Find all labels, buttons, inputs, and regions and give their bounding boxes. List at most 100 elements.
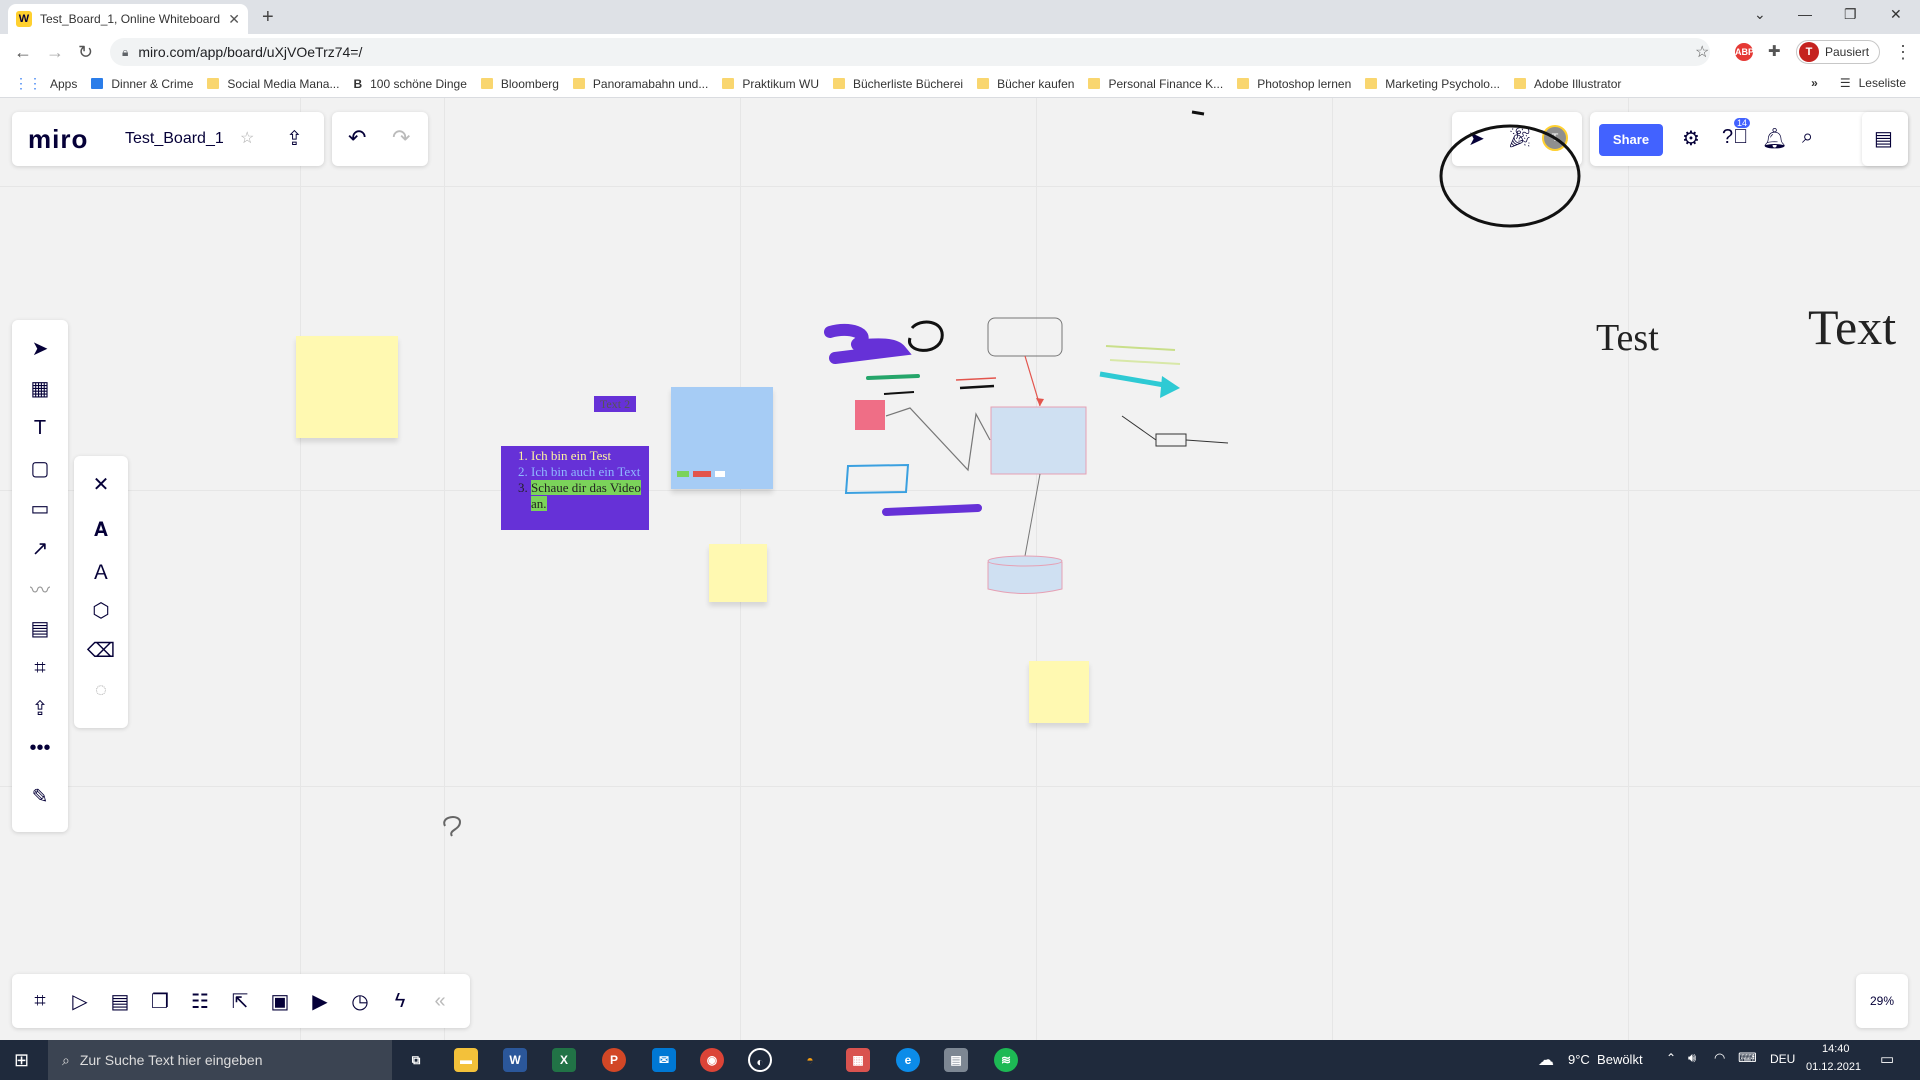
bookmark-item[interactable]: Panoramabahn und... <box>572 77 708 91</box>
cards-icon[interactable]: ❐ <box>140 989 180 1014</box>
file-explorer-icon[interactable]: ▬ <box>454 1048 478 1072</box>
more-bookmarks-icon[interactable]: » <box>1811 76 1818 90</box>
keyboard-icon[interactable]: ⌨ <box>1738 1050 1757 1066</box>
frames-icon[interactable]: ⌗ <box>20 990 60 1013</box>
word-icon[interactable]: W <box>503 1048 527 1072</box>
site-icon <box>91 78 104 89</box>
spotify-icon[interactable]: ≋ <box>994 1048 1018 1072</box>
line[interactable] <box>1121 415 1157 441</box>
cylinder-shape[interactable] <box>987 562 1063 594</box>
back-icon[interactable]: ← <box>14 42 32 63</box>
cyan-arrow[interactable] <box>1099 371 1171 389</box>
rounded-rectangle-shape[interactable] <box>987 317 1063 357</box>
bookmark-item[interactable]: Bücher kaufen <box>977 77 1074 91</box>
purple-bar[interactable] <box>882 504 982 516</box>
app-icon[interactable]: ▦ <box>846 1048 870 1072</box>
bookmark-apps[interactable]: ⋮⋮ Apps <box>14 75 77 92</box>
bookmark-item[interactable]: Bloomberg <box>480 77 559 91</box>
bookmark-item[interactable]: Adobe Illustrator <box>1513 77 1621 91</box>
tab-search-icon[interactable]: ⌄ <box>1754 6 1766 23</box>
language-indicator[interactable]: DEU <box>1770 1052 1795 1066</box>
bookmark-item[interactable]: Praktikum WU <box>722 77 819 91</box>
profile-status: Pausiert <box>1825 45 1870 59</box>
bookmark-item[interactable]: Social Media Mana... <box>207 77 339 91</box>
lasso-cursor-icon <box>443 816 462 837</box>
bookmark-item[interactable]: B 100 schöne Dinge <box>353 77 466 91</box>
minimize-icon[interactable]: — <box>1798 6 1812 22</box>
bookmark-item[interactable]: Personal Finance K... <box>1088 77 1223 91</box>
connector-line[interactable] <box>1024 473 1041 557</box>
taskbar-search-field[interactable]: ⌕ Zur Suche Text hier eingeben <box>48 1040 392 1080</box>
presentation-icon[interactable]: ▷ <box>60 989 100 1014</box>
black-loop-drawing[interactable] <box>908 320 944 352</box>
notifications-icon[interactable]: ▭ <box>1880 1050 1894 1068</box>
video-icon[interactable]: ▶ <box>300 989 340 1014</box>
text-text[interactable]: Text <box>1808 298 1896 356</box>
obs-icon[interactable]: ◐ <box>748 1048 772 1072</box>
collapse-icon[interactable]: « <box>420 990 460 1013</box>
pink-square[interactable] <box>855 400 885 430</box>
adblock-extension-icon[interactable]: ABP <box>1735 43 1754 61</box>
black-stroke[interactable] <box>883 391 915 395</box>
connector-line[interactable] <box>885 407 991 472</box>
faint-green-stroke[interactable] <box>1109 359 1181 365</box>
purple-scribble[interactable] <box>824 323 912 364</box>
forward-icon[interactable]: → <box>46 42 64 63</box>
screenshot-icon[interactable]: ▣ <box>260 989 300 1014</box>
bookmark-star-icon[interactable]: ☆ <box>1695 42 1709 62</box>
bookmark-item[interactable]: Photoshop lernen <box>1237 77 1351 91</box>
volume-icon[interactable]: 🔊︎ <box>1688 1050 1696 1066</box>
small-rectangle[interactable] <box>1155 433 1187 447</box>
edge-icon[interactable]: e <box>896 1048 920 1072</box>
browser-tab[interactable]: W Test_Board_1, Online Whiteboard ✕ <box>8 4 248 34</box>
folder-icon <box>207 78 220 89</box>
blue-rectangle-shape[interactable] <box>990 406 1087 475</box>
app-icon[interactable]: ◓ <box>798 1048 822 1072</box>
black-dash[interactable] <box>1191 110 1205 116</box>
black-circle-drawing[interactable] <box>1439 124 1581 228</box>
share-screen-icon[interactable]: ⇱ <box>220 989 260 1014</box>
clock-time[interactable]: 14:40 <box>1822 1043 1850 1055</box>
weather-text[interactable]: 9°C Bewölkt <box>1568 1052 1643 1067</box>
bookmark-item[interactable]: Marketing Psycholo... <box>1365 77 1500 91</box>
test-text[interactable]: Test <box>1596 316 1659 360</box>
comments-icon[interactable]: ▤ <box>100 989 140 1014</box>
mail-icon[interactable]: ✉ <box>652 1048 676 1072</box>
weather-cloud-icon: ☁ <box>1538 1052 1554 1069</box>
bookmark-item[interactable]: Dinner & Crime <box>91 77 193 91</box>
chrome-icon[interactable]: ◉ <box>700 1048 724 1072</box>
miro-board-canvas[interactable]: miro Test_Board_1 ☆ ⇪ ↶ ↷ ➤ 🎉︎ T Share ⚙… <box>0 98 1920 1040</box>
reload-icon[interactable]: ↻ <box>78 42 93 63</box>
lightning-icon[interactable]: ϟ <box>380 990 420 1013</box>
cyan-arrowhead <box>1160 376 1180 398</box>
profile-button[interactable]: T Pausiert <box>1796 40 1881 64</box>
clock-date[interactable]: 01.12.2021 <box>1806 1061 1861 1073</box>
red-stroke[interactable] <box>955 377 997 381</box>
excel-icon[interactable]: X <box>552 1048 576 1072</box>
restore-icon[interactable]: ❐ <box>1844 6 1857 23</box>
powerpoint-icon[interactable]: P <box>602 1048 626 1072</box>
browser-tab-bar: W Test_Board_1, Online Whiteboard ✕ + ⌄ … <box>0 0 1920 34</box>
zoom-level[interactable]: 29% <box>1870 994 1894 1008</box>
extensions-icon[interactable]: ✚ <box>1768 42 1781 60</box>
black-stroke[interactable] <box>959 384 995 390</box>
green-stroke[interactable] <box>866 374 920 380</box>
apps-grid-icon: ⋮⋮ <box>14 75 42 91</box>
new-tab-icon[interactable]: + <box>262 6 274 29</box>
kanban-icon[interactable]: ☷ <box>180 989 220 1014</box>
timer-icon[interactable]: ◷ <box>340 989 380 1014</box>
wifi-icon[interactable]: ◠ <box>1714 1050 1725 1066</box>
app-icon[interactable]: ▤ <box>944 1048 968 1072</box>
task-view-icon[interactable]: ⧉ <box>404 1048 428 1072</box>
bookmark-item[interactable]: Bücherliste Bücherei <box>833 77 963 91</box>
windows-start-icon[interactable]: ⊞ <box>14 1050 29 1071</box>
parallelogram-shape[interactable] <box>844 463 910 495</box>
reading-list[interactable]: » ☰ Leseliste <box>1811 76 1906 90</box>
tab-close-icon[interactable]: ✕ <box>228 11 240 28</box>
faint-green-stroke[interactable] <box>1105 345 1176 351</box>
url-field[interactable]: 🔒︎ miro.com/app/board/uXjVOeTrz74=/ <box>110 38 1710 66</box>
tray-chevron-icon[interactable]: ⌃ <box>1666 1051 1676 1065</box>
browser-menu-icon[interactable]: ⋮ <box>1894 42 1912 63</box>
window-close-icon[interactable]: ✕ <box>1890 6 1902 23</box>
line[interactable] <box>1185 439 1229 444</box>
